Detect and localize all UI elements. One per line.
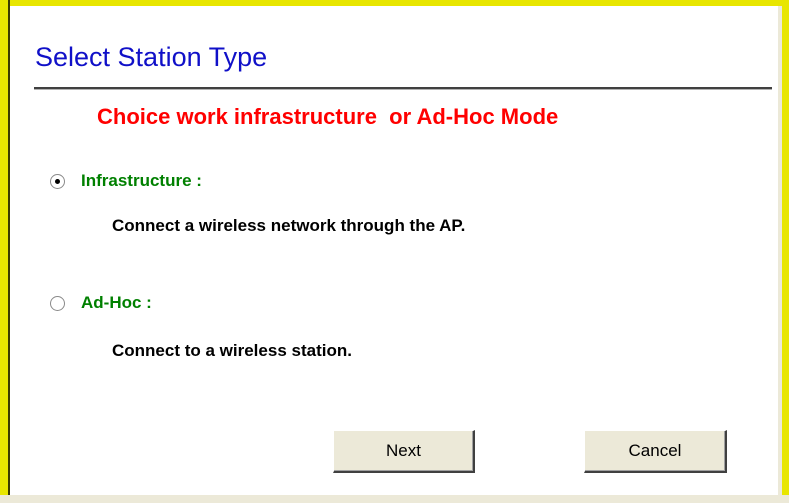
infrastructure-label[interactable]: Infrastructure : [81,171,202,191]
window-border-top [0,0,789,6]
window-border-bottom [0,495,789,503]
next-button[interactable]: Next [333,430,475,473]
page-title: Select Station Type [35,42,268,72]
instruction-text: Choice work infrastructure or Ad-Hoc Mod… [97,104,559,129]
infrastructure-radio[interactable] [50,173,65,189]
adhoc-option[interactable]: Ad-Hoc : [50,293,152,313]
window-border-left-shadow [8,0,10,503]
adhoc-description: Connect to a wireless station. [112,341,352,360]
infrastructure-option[interactable]: Infrastructure : [50,171,202,191]
window-border-right [782,0,789,503]
dialog-window: Select Station Type Choice work infrastr… [0,0,789,503]
window-border-left [0,0,8,503]
infrastructure-description: Connect a wireless network through the A… [112,216,466,235]
title-divider [34,87,772,90]
adhoc-radio[interactable] [50,295,65,311]
adhoc-label[interactable]: Ad-Hoc : [81,293,152,313]
window-border-right-inner [778,6,782,503]
cancel-button[interactable]: Cancel [584,430,727,473]
